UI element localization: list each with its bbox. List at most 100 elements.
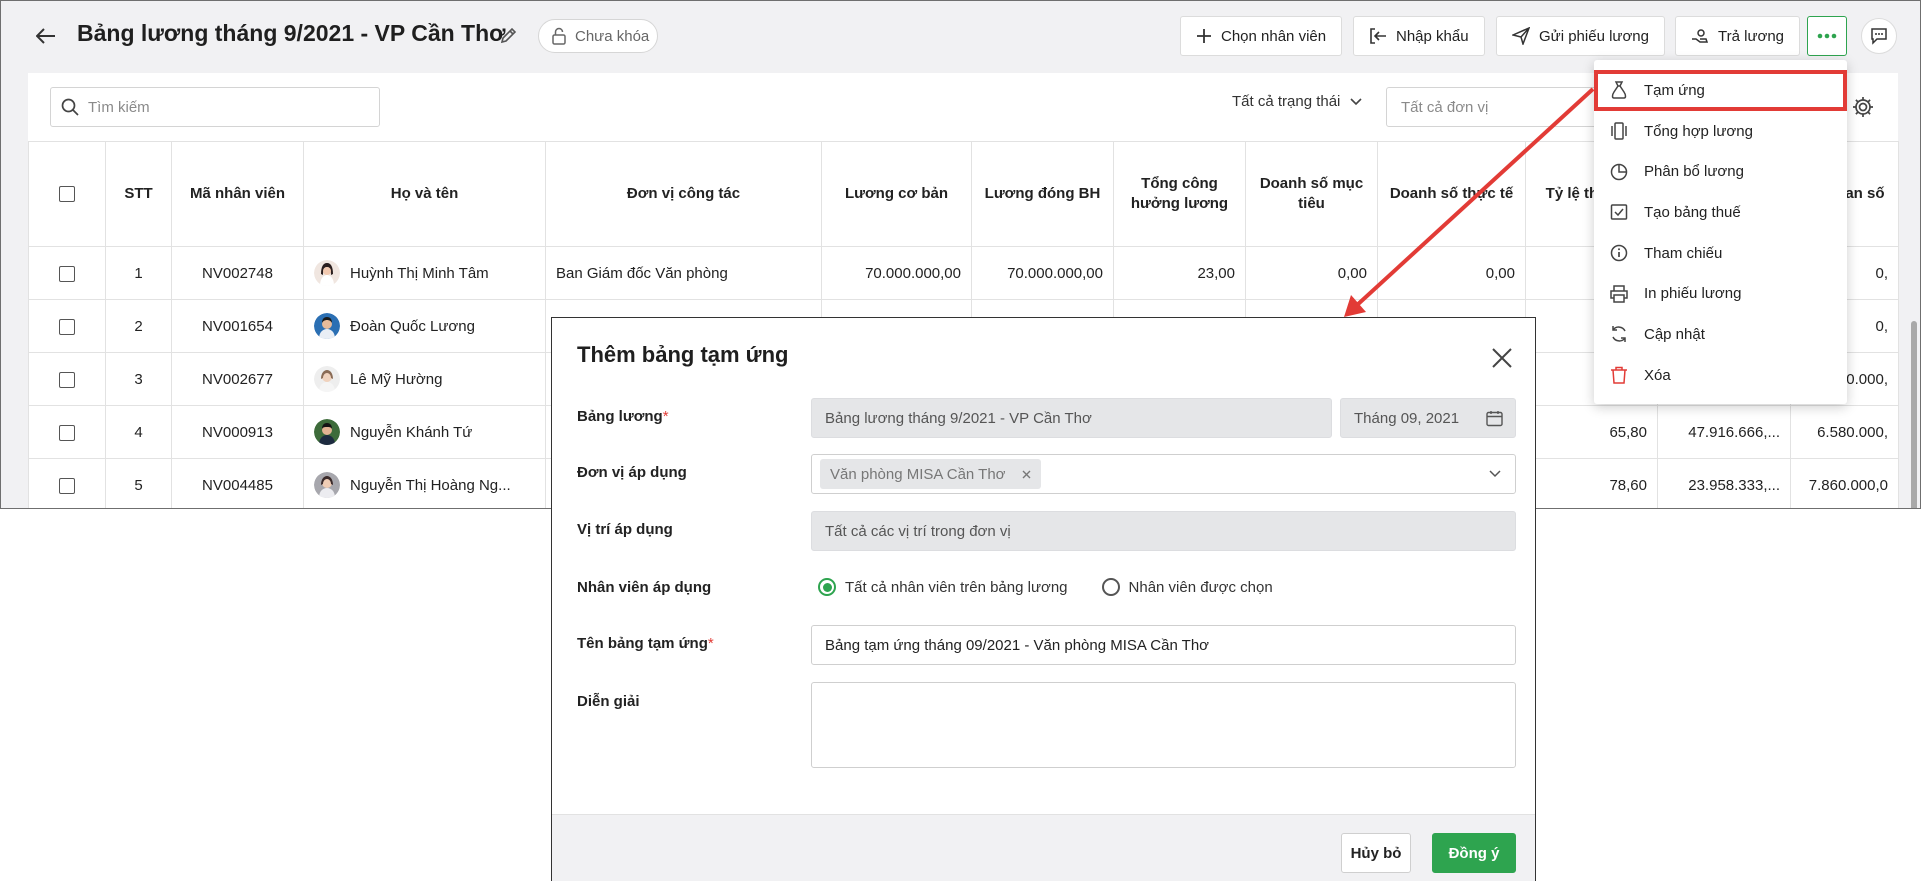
- pie-chart-icon: [1610, 163, 1628, 180]
- unit-filter-dropdown[interactable]: Tất cả đơn vị: [1386, 87, 1626, 127]
- radio-all-label: Tất cả nhân viên trên bảng lương: [845, 578, 1068, 596]
- row-checkbox[interactable]: [59, 265, 75, 282]
- employee-name: Nguyễn Thị Hoàng Ng...: [350, 476, 511, 494]
- table-scrollbar[interactable]: [1911, 321, 1917, 508]
- select-all-cell[interactable]: [28, 141, 106, 247]
- menu-item-create-tax-table[interactable]: Tạo bảng thuế: [1594, 192, 1847, 233]
- select-employee-button[interactable]: Chọn nhân viên: [1180, 16, 1343, 56]
- employee-code-cell: NV002748: [171, 246, 304, 300]
- employee-radio-group: Tất cả nhân viên trên bảng lương Nhân vi…: [818, 578, 1273, 596]
- menu-item-salary-summary[interactable]: Tổng hợp lương: [1594, 111, 1847, 152]
- stt-cell: 5: [105, 458, 172, 508]
- column-header[interactable]: STT: [105, 141, 172, 247]
- avatar: [314, 260, 340, 286]
- employee-name: Nguyễn Khánh Tứ: [350, 423, 473, 441]
- chevron-down-icon: [1350, 97, 1362, 105]
- confirm-button[interactable]: Đồng ý: [1432, 833, 1516, 873]
- plus-icon: [1197, 29, 1211, 43]
- value-cell: 7.860.000,0: [1790, 458, 1899, 508]
- unit-select[interactable]: Văn phòng MISA Cần Thơ: [811, 454, 1516, 494]
- radio-selected-label: Nhân viên được chọn: [1128, 578, 1273, 596]
- cancel-button[interactable]: Hủy bỏ: [1341, 833, 1411, 873]
- employee-name: Đoàn Quốc Lương: [350, 317, 475, 335]
- avatar: [314, 313, 340, 339]
- search-input[interactable]: [88, 98, 348, 116]
- column-header[interactable]: Mã nhân viên: [171, 141, 304, 247]
- menu-item-label: Tổng hợp lương: [1644, 122, 1753, 140]
- column-header[interactable]: Doanh số thực tế: [1377, 141, 1526, 247]
- column-header[interactable]: Họ và tên: [303, 141, 546, 247]
- payroll-value: Bảng lương tháng 9/2021 - VP Cần Thơ: [825, 409, 1092, 427]
- payroll-field: Bảng lương tháng 9/2021 - VP Cần Thơ: [811, 398, 1332, 438]
- column-header[interactable]: Tổng công hưởng lương: [1113, 141, 1246, 247]
- status-filter-dropdown[interactable]: Tất cả trạng thái: [1232, 93, 1362, 110]
- select-all-checkbox[interactable]: [59, 186, 75, 203]
- status-filter-label: Tất cả trạng thái: [1232, 93, 1341, 110]
- employee-field-label: Nhân viên áp dụng: [577, 579, 712, 596]
- select-employee-label: Chọn nhân viên: [1221, 27, 1327, 45]
- menu-item-update[interactable]: Cập nhật: [1594, 314, 1847, 355]
- employee-name: Lê Mỹ Hường: [350, 370, 443, 388]
- insurance-salary-cell: 70.000.000,00: [971, 246, 1114, 300]
- pay-hand-icon: [1692, 29, 1709, 43]
- base-salary-cell: 70.000.000,00: [821, 246, 972, 300]
- menu-item-delete[interactable]: Xóa: [1594, 355, 1847, 396]
- menu-item-label: Xóa: [1644, 366, 1671, 384]
- send-payslip-button[interactable]: Gửi phiếu lương: [1496, 16, 1665, 56]
- row-checkbox[interactable]: [59, 477, 75, 494]
- column-header[interactable]: Lương đóng BH: [971, 141, 1114, 247]
- value-cell: 6.580.000,: [1790, 405, 1899, 459]
- back-arrow-icon[interactable]: [31, 21, 61, 51]
- menu-item-label: Tạo bảng thuế: [1644, 203, 1741, 221]
- stt-cell: 1: [105, 246, 172, 300]
- advance-name-value: Bảng tạm ứng tháng 09/2021 - Văn phòng M…: [825, 636, 1210, 654]
- month-value: Tháng 09, 2021: [1354, 409, 1460, 427]
- dialog-title: Thêm bảng tạm ứng: [577, 342, 789, 367]
- menu-item-print-payslip[interactable]: In phiếu lương: [1594, 273, 1847, 314]
- advance-name-input[interactable]: Bảng tạm ứng tháng 09/2021 - Văn phòng M…: [811, 625, 1516, 665]
- month-field: Tháng 09, 2021: [1340, 398, 1516, 438]
- row-checkbox[interactable]: [59, 424, 75, 441]
- menu-item-label: Tạm ứng: [1644, 81, 1705, 99]
- radio-selected-employees[interactable]: [1101, 578, 1120, 596]
- value-cell: 47.916.666,...: [1657, 405, 1791, 459]
- avatar: [314, 419, 340, 445]
- table-settings-button[interactable]: [1848, 92, 1878, 122]
- more-options-button[interactable]: [1807, 16, 1847, 56]
- search-box[interactable]: [50, 87, 380, 127]
- column-header[interactable]: Lương cơ bản: [821, 141, 972, 247]
- rate-cell: 78,60: [1525, 458, 1658, 508]
- row-checkbox[interactable]: [59, 371, 75, 388]
- edit-pencil-icon[interactable]: [495, 23, 521, 49]
- chip-remove-icon[interactable]: [1022, 470, 1031, 479]
- menu-item-reference[interactable]: Tham chiếu: [1594, 233, 1847, 274]
- menu-item-label: In phiếu lương: [1644, 285, 1742, 303]
- import-button[interactable]: Nhập khẩu: [1353, 16, 1485, 56]
- chat-button[interactable]: [1861, 18, 1897, 54]
- unit-field-label: Đơn vị áp dụng: [577, 464, 687, 481]
- tax-table-icon: [1610, 204, 1628, 221]
- radio-all-employees[interactable]: [818, 578, 836, 596]
- menu-item-advance[interactable]: Tạm ứng: [1594, 70, 1847, 111]
- lock-status-badge[interactable]: Chưa khóa: [538, 19, 658, 53]
- chat-icon: [1871, 28, 1887, 45]
- target-sales-cell: 0,00: [1245, 246, 1378, 300]
- pay-salary-button[interactable]: Trả lương: [1675, 16, 1801, 56]
- column-header[interactable]: Doanh số mục tiêu: [1245, 141, 1378, 247]
- unit-chip-label: Văn phòng MISA Cần Thơ: [830, 465, 1006, 483]
- close-icon[interactable]: [1487, 343, 1517, 373]
- chevron-down-icon: [1489, 470, 1501, 478]
- menu-item-label: Phân bổ lương: [1644, 163, 1744, 181]
- menu-item-salary-allocation[interactable]: Phân bổ lương: [1594, 151, 1847, 192]
- stt-cell: 2: [105, 299, 172, 353]
- info-icon: [1610, 244, 1628, 262]
- unit-filter-placeholder: Tất cả đơn vị: [1401, 98, 1489, 116]
- rate-cell: 65,80: [1525, 405, 1658, 459]
- menu-item-label: Cập nhật: [1644, 325, 1705, 343]
- search-icon: [61, 98, 79, 116]
- row-checkbox[interactable]: [59, 318, 75, 335]
- description-textarea[interactable]: [811, 682, 1516, 768]
- avatar: [314, 472, 340, 498]
- pay-salary-label: Trả lương: [1718, 27, 1785, 45]
- column-header[interactable]: Đơn vị công tác: [545, 141, 822, 247]
